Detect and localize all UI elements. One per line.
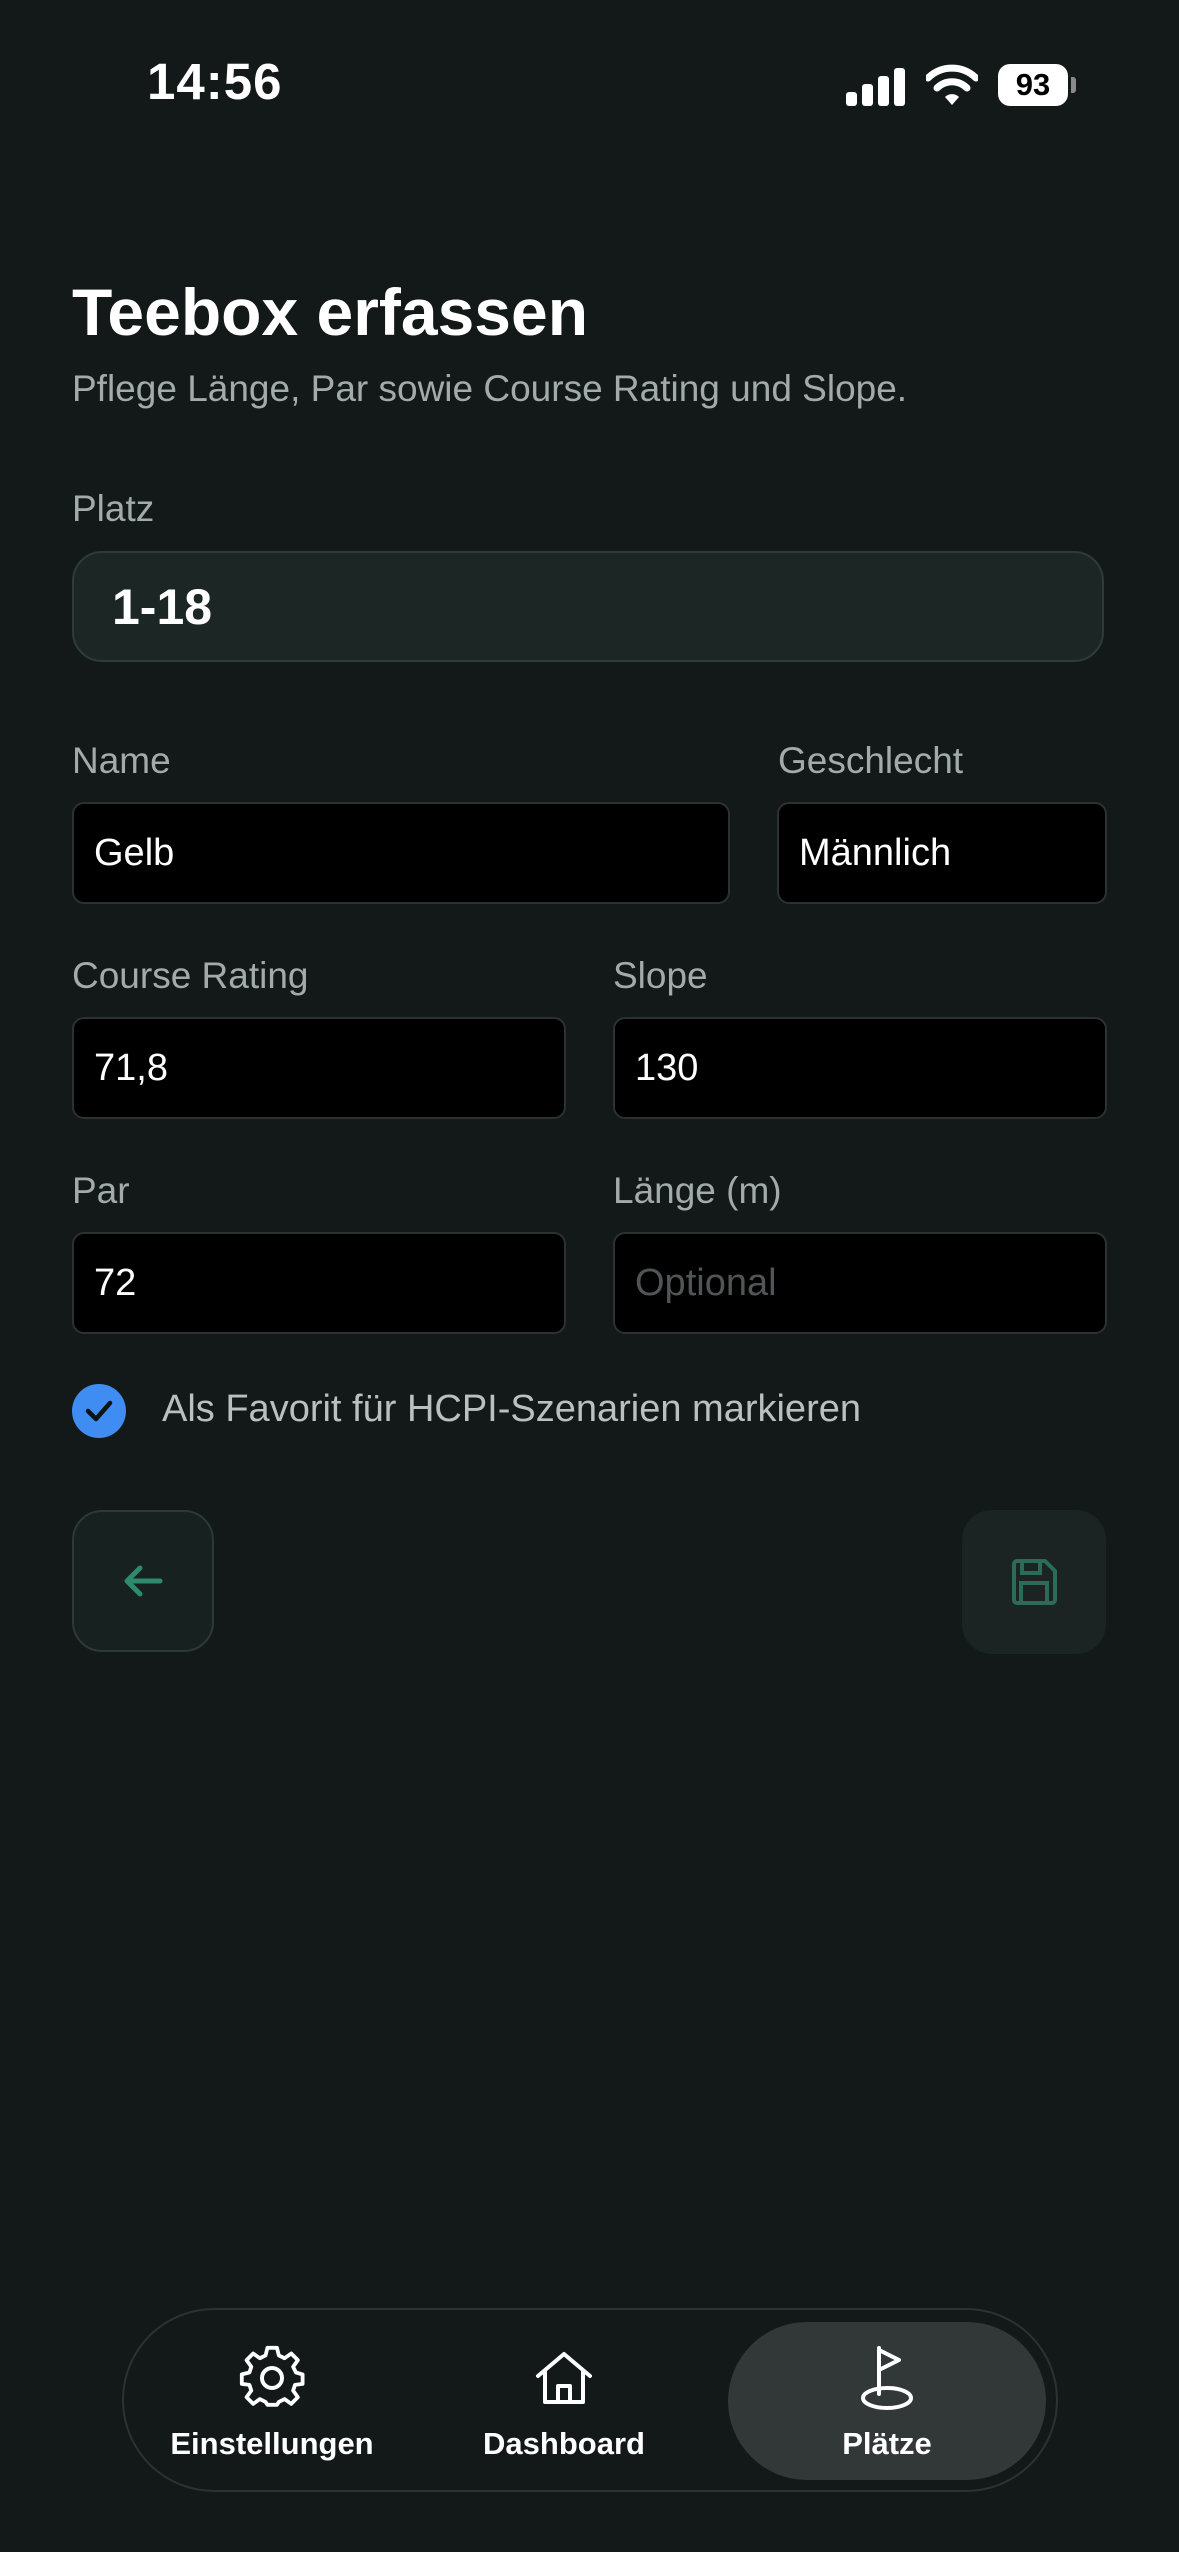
tab-einstellungen[interactable]: Einstellungen bbox=[152, 2322, 392, 2480]
slope-input[interactable]: 130 bbox=[613, 1017, 1107, 1119]
page-title: Teebox erfassen bbox=[72, 275, 589, 349]
par-label: Par bbox=[72, 1170, 130, 1211]
wifi-icon bbox=[926, 64, 978, 105]
platz-selector[interactable]: 1-18 bbox=[72, 551, 1104, 662]
slope-label: Slope bbox=[613, 955, 708, 996]
course-rating-value: 71,8 bbox=[94, 1046, 168, 1089]
name-input[interactable]: Gelb bbox=[72, 802, 730, 904]
back-button[interactable] bbox=[72, 1510, 214, 1652]
platz-label: Platz bbox=[72, 488, 155, 529]
tab-bar: Einstellungen Dashboard Plätze bbox=[122, 2308, 1058, 2492]
laenge-placeholder: Optional bbox=[635, 1261, 777, 1304]
save-button[interactable] bbox=[962, 1510, 1106, 1654]
tab-dashboard[interactable]: Dashboard bbox=[474, 2322, 654, 2480]
favorite-checkbox[interactable] bbox=[72, 1384, 126, 1438]
tab-label-plaetze: Plätze bbox=[842, 2426, 932, 2461]
tab-plaetze[interactable]: Plätze bbox=[728, 2322, 1046, 2480]
platz-value: 1-18 bbox=[112, 578, 213, 635]
laenge-label: Länge (m) bbox=[613, 1170, 782, 1211]
page-subtitle: Pflege Länge, Par sowie Course Rating un… bbox=[72, 368, 908, 409]
tab-label-dashboard: Dashboard bbox=[483, 2426, 645, 2461]
name-label: Name bbox=[72, 740, 171, 781]
geschlecht-label: Geschlecht bbox=[778, 740, 964, 781]
par-input[interactable]: 72 bbox=[72, 1232, 566, 1334]
home-icon bbox=[536, 2352, 592, 2404]
course-rating-label: Course Rating bbox=[72, 955, 309, 996]
course-rating-input[interactable]: 71,8 bbox=[72, 1017, 566, 1119]
laenge-input[interactable]: Optional bbox=[613, 1232, 1107, 1334]
arrow-left-icon bbox=[124, 1565, 163, 1597]
tab-label-einstellungen: Einstellungen bbox=[170, 2426, 374, 2461]
gear-icon bbox=[239, 2345, 305, 2407]
checkmark-icon bbox=[85, 1400, 113, 1422]
favorite-label[interactable]: Als Favorit für HCPI-Szenarien markieren bbox=[162, 1388, 861, 1431]
geschlecht-value: Männlich bbox=[799, 831, 952, 874]
status-time: 14:56 bbox=[147, 53, 283, 110]
save-icon bbox=[1012, 1559, 1057, 1605]
name-value: Gelb bbox=[94, 831, 175, 874]
par-value: 72 bbox=[94, 1261, 137, 1304]
golf-flag-icon bbox=[861, 2346, 913, 2410]
cellular-signal-icon bbox=[846, 66, 906, 106]
battery-icon: 93 bbox=[998, 64, 1076, 106]
geschlecht-select[interactable]: Männlich bbox=[777, 802, 1107, 904]
slope-value: 130 bbox=[635, 1046, 699, 1089]
battery-level: 93 bbox=[998, 64, 1068, 106]
